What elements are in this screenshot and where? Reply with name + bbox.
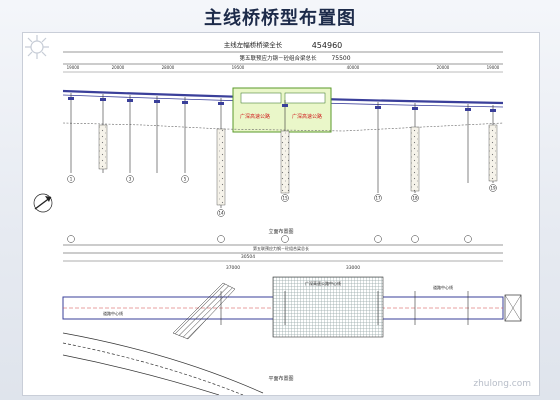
pier-number-4: 14 [218,211,224,216]
road-centerline-label-right: 道路中心线 [433,284,453,290]
watermark-text: zhulong.com [473,379,531,389]
highlight-label-right: 广深高速公路 [292,113,322,120]
plan-span-1: 30504 [241,254,255,260]
pier-number-1: 1 [70,177,73,182]
top-dim-5: 40000 [347,65,360,70]
highway-centerline-label: 广深高速公路中心线 [305,280,341,286]
pier-number-3: 5 [184,177,187,182]
pier-number-2: 3 [129,177,132,182]
plan-caption: 平面布置图 [268,375,293,382]
pier-number-5: 15 [282,196,288,201]
plan-span-note: 第五联预应力钢－砼组合梁总长 [253,245,309,251]
elevation-subheader-value: 75500 [331,55,350,62]
road-centerline-label-left: 道路中心线 [103,310,123,316]
plan-span-3: 33000 [346,265,360,271]
plan-span-2: 37000 [226,265,240,271]
top-dim-1: 19000 [67,65,80,70]
elevation-caption: 立面布置图 [268,228,293,235]
top-dim-7: 19000 [487,65,500,70]
watermark-logo-icon [25,35,49,59]
elevation-header-value: 454960 [312,41,343,50]
highlight-label-left: 广深高速公路 [240,113,270,120]
top-dim-4: 19500 [232,65,245,70]
pier-number-7: 18 [412,196,418,201]
elevation-header-label: 主线左幅桥桥梁全长 [224,40,283,49]
north-arrow-icon [33,193,53,213]
plan-view: 第五联预应力钢－砼组合梁总长 30504 37000 33000 广深高速公路中… [62,235,522,395]
top-dim-2: 20000 [112,65,125,70]
elevation-subheader-label: 第五联预应力钢－砼组合梁总长 [239,54,317,62]
pier-number-6: 17 [375,196,381,201]
top-dim-6: 20000 [437,65,450,70]
bridge-drawing: 主线左幅桥桥梁全长 454960 第五联预应力钢－砼组合梁总长 75500 19… [33,40,522,395]
curved-road-edge [62,332,264,394]
slide-title: 主线桥桥型布置图 [204,8,356,29]
top-dim-3: 28000 [162,65,175,70]
pier-number-8: 19 [490,186,496,191]
elevation-view: 主线左幅桥桥梁全长 454960 第五联预应力钢－砼组合梁总长 75500 19… [33,40,504,235]
drawing-sheet: 主线左幅桥桥梁全长 454960 第五联预应力钢－砼组合梁总长 75500 19… [22,32,540,396]
highway-crossing-area [272,276,384,338]
